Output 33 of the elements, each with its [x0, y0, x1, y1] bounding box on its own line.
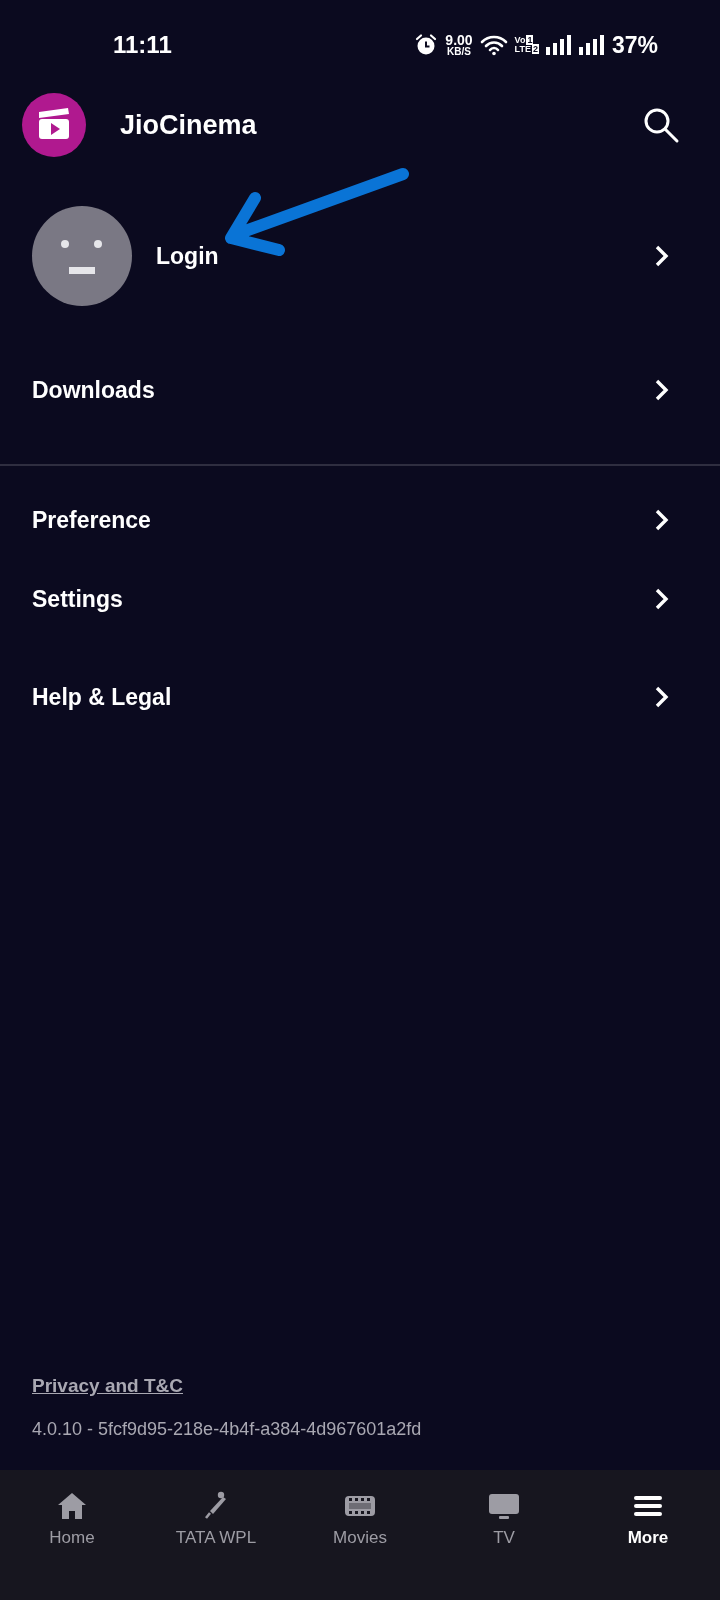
battery-level: 37% [611, 31, 658, 59]
nav-tab[interactable]: TV [432, 1490, 576, 1548]
alarm-icon [414, 33, 439, 57]
app-title: JioCinema [120, 109, 258, 141]
version-text: 4.0.10 - 5fcf9d95-218e-4b4f-a384-4d967601a2fd [32, 1419, 423, 1440]
nav-tab[interactable]: More [576, 1490, 720, 1548]
signal-icon [578, 35, 605, 55]
chevron-icon [654, 244, 670, 268]
sim-label: 2 [531, 44, 539, 54]
nav-tab[interactable]: Home [0, 1490, 144, 1548]
speed-unit: KB/S [447, 47, 471, 57]
avatar-icon [32, 206, 132, 306]
chevron-icon [654, 685, 670, 709]
menu-item[interactable]: Preference [32, 490, 670, 550]
network-label: LTE [514, 44, 531, 54]
chevron-icon [654, 587, 670, 611]
menu-item[interactable]: Settings [32, 569, 670, 629]
nav-tab[interactable]: Movies [288, 1490, 432, 1548]
menu-item[interactable]: Help & Legal [32, 667, 670, 727]
privacy-link[interactable]: Privacy and T&C [32, 1375, 183, 1397]
chevron-icon [654, 378, 670, 402]
wifi-icon [479, 34, 508, 56]
menu-item[interactable]: Downloads [32, 360, 670, 420]
chevron-icon [654, 508, 670, 532]
network-label: Vo [514, 34, 526, 45]
status-time: 11:11 [113, 31, 172, 59]
logo-icon [22, 93, 86, 157]
search-button[interactable] [642, 106, 680, 144]
sim-label: 1 [526, 34, 534, 45]
speed-value: 9.00 [445, 33, 473, 47]
signal-icon [545, 35, 572, 55]
nav-tab[interactable]: TATA WPL [144, 1490, 288, 1548]
login-button[interactable]: Login [156, 226, 720, 286]
